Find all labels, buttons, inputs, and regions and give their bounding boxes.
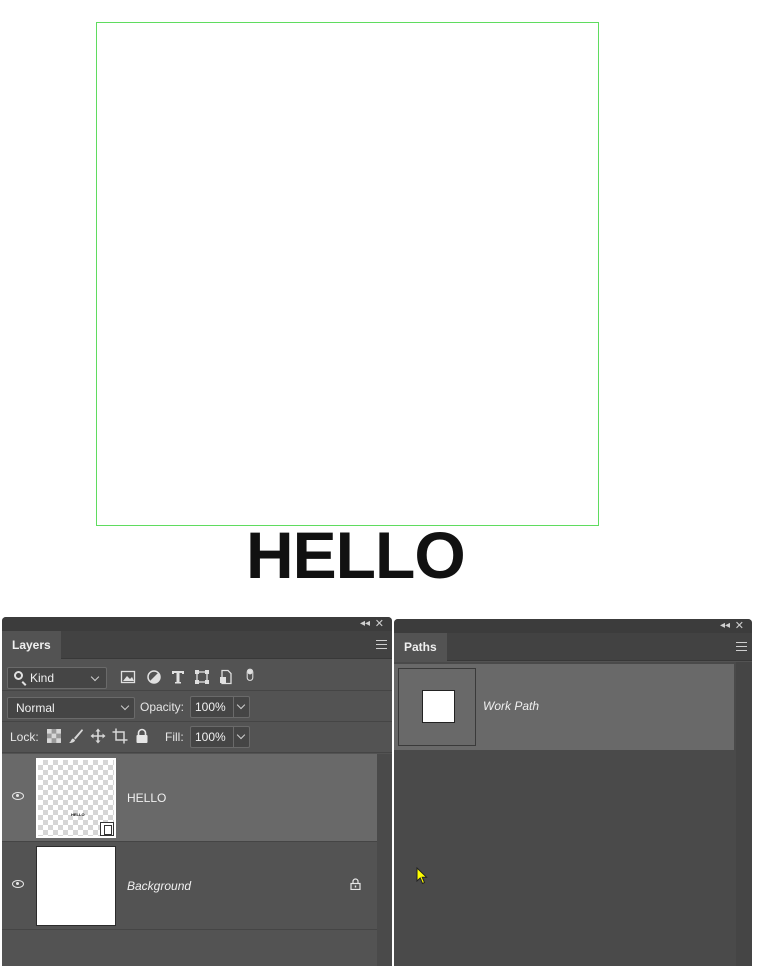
layer-list: HELLO HELLO Background [2, 754, 377, 930]
fill-input[interactable]: 100% [190, 726, 234, 748]
collapse-panel-icon[interactable]: ◂◂ [720, 620, 730, 631]
layer-row-background[interactable]: Background [2, 842, 377, 930]
canvas-guide-frame [96, 22, 599, 526]
layer-name[interactable]: HELLO [127, 791, 166, 805]
kind-filter-select[interactable]: Kind [7, 667, 107, 689]
tab-paths[interactable]: Paths [394, 633, 447, 661]
panel-header-bar: ◂◂ ✕ [2, 617, 392, 631]
chevron-down-icon [236, 730, 246, 740]
path-name[interactable]: Work Path [483, 699, 539, 713]
paths-panel: ◂◂ ✕ Paths Work Path [394, 619, 752, 966]
path-list: Work Path [394, 664, 734, 750]
collapse-panel-icon[interactable]: ◂◂ [360, 618, 370, 629]
mouse-cursor-icon [416, 867, 428, 885]
lock-fill-row: Lock: Fill: 100% [2, 722, 392, 753]
canvas-hello-text: HELLO [246, 518, 466, 592]
path-row-work-path[interactable]: Work Path [394, 664, 734, 750]
type-filter-icon[interactable] [170, 669, 186, 685]
blend-mode-value: Normal [16, 701, 55, 715]
close-panel-icon[interactable]: ✕ [735, 619, 744, 632]
layers-panel: ◂◂ ✕ Layers Kind Normal Opacity: 100% Lo… [2, 617, 392, 966]
chevron-down-icon [90, 672, 100, 682]
panel-menu-icon[interactable] [376, 640, 387, 649]
thumbnail-text: HELLO [71, 812, 85, 817]
layer-row-hello[interactable]: HELLO HELLO [2, 754, 377, 842]
fill-label: Fill: [165, 730, 184, 744]
kind-filter-label: Kind [30, 671, 55, 685]
document-canvas[interactable]: HELLO [0, 0, 758, 616]
path-thumbnail[interactable] [398, 668, 476, 746]
path-thumbnail-shape [422, 690, 455, 723]
lock-position-icon[interactable] [90, 728, 106, 744]
lock-all-icon[interactable] [134, 728, 150, 744]
layers-tabbar: Layers [2, 631, 392, 659]
chevron-down-icon [120, 701, 130, 711]
layer-thumbnail[interactable] [36, 846, 116, 926]
paths-scrollbar[interactable] [736, 662, 752, 966]
layer-lock-icon[interactable] [350, 878, 361, 890]
filter-toggle-icon[interactable] [242, 666, 258, 682]
lock-artboard-icon[interactable] [112, 728, 128, 744]
close-panel-icon[interactable]: ✕ [375, 617, 384, 630]
visibility-eye-icon[interactable] [12, 880, 24, 888]
shape-filter-icon[interactable] [194, 669, 210, 685]
chevron-down-icon [236, 700, 246, 710]
image-filter-icon[interactable] [120, 669, 136, 685]
lock-image-pixels-icon[interactable] [68, 728, 84, 744]
search-icon [14, 671, 23, 680]
layers-scrollbar[interactable] [377, 754, 392, 966]
lock-label: Lock: [10, 730, 39, 744]
fill-dropdown-button[interactable] [234, 726, 250, 748]
lock-transparent-pixels-icon[interactable] [46, 728, 62, 744]
paths-tabbar: Paths [394, 633, 752, 661]
layer-thumbnail[interactable]: HELLO [36, 758, 116, 838]
opacity-input[interactable]: 100% [190, 696, 234, 718]
smart-object-filter-icon[interactable] [218, 669, 234, 685]
blend-opacity-row: Normal Opacity: 100% [2, 691, 392, 722]
tab-layers[interactable]: Layers [2, 631, 61, 659]
blend-mode-select[interactable]: Normal [7, 697, 135, 719]
opacity-label: Opacity: [140, 700, 185, 714]
opacity-dropdown-button[interactable] [234, 696, 250, 718]
visibility-eye-icon[interactable] [12, 792, 24, 800]
layer-name[interactable]: Background [127, 879, 191, 893]
adjustment-filter-icon[interactable] [146, 669, 162, 685]
smart-object-badge-icon [100, 822, 114, 836]
layer-filter-row: Kind [2, 659, 392, 691]
panel-menu-icon[interactable] [736, 642, 747, 651]
panel-header-bar: ◂◂ ✕ [394, 619, 752, 633]
